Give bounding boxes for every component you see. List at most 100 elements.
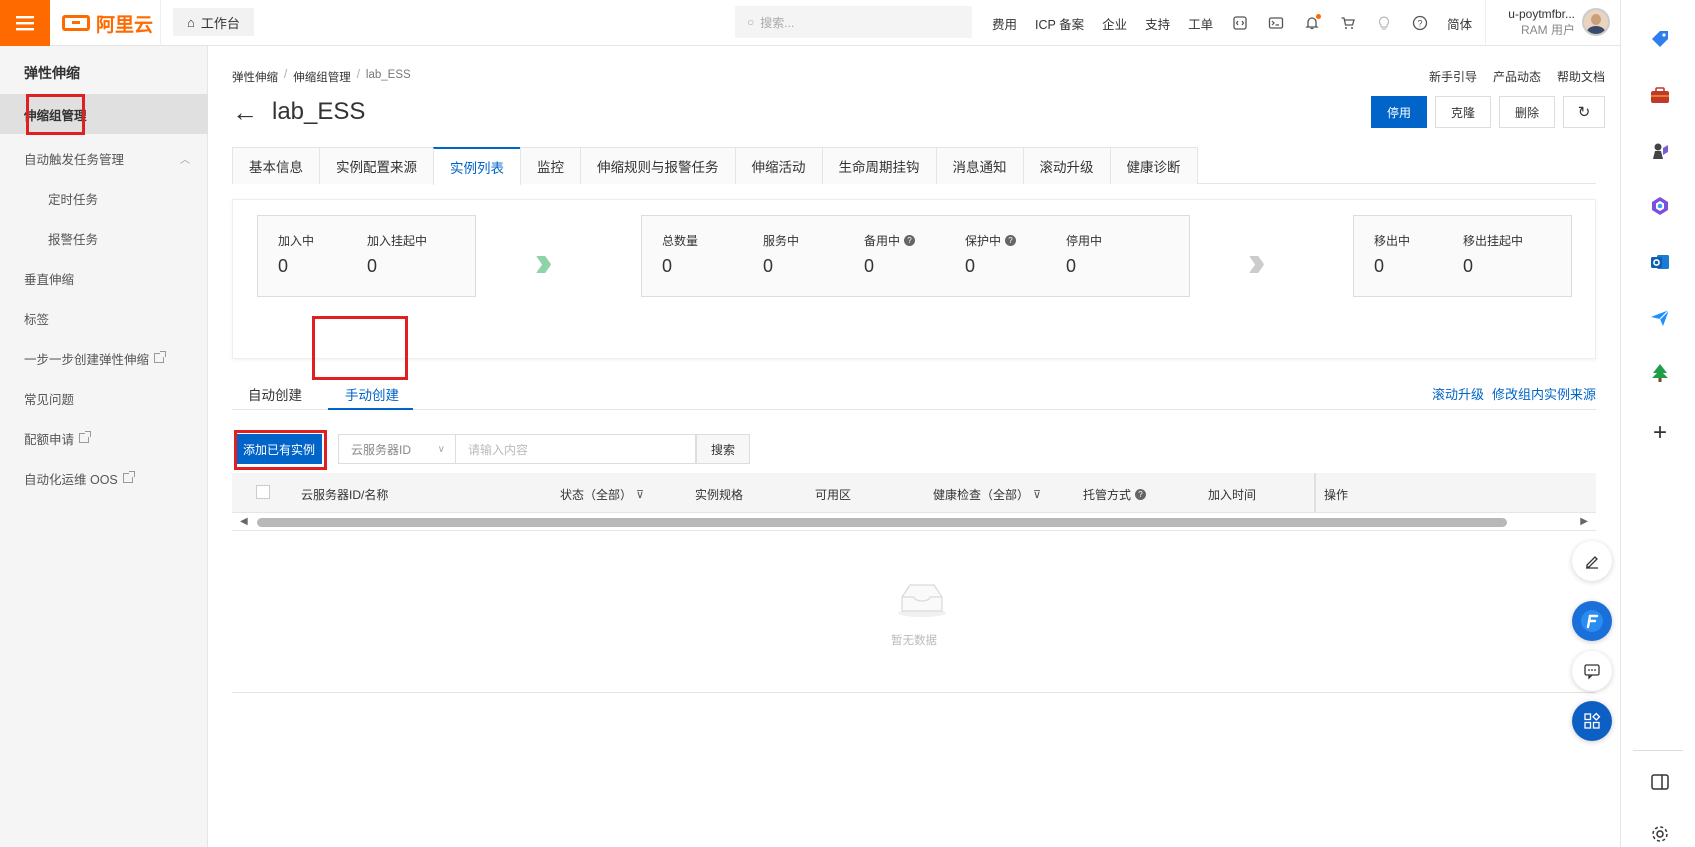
logo-mark-icon <box>62 15 90 31</box>
nav-support[interactable]: 支持 <box>1145 14 1170 33</box>
user-menu[interactable]: u-poytmfbr... RAM 用户 <box>1495 6 1575 38</box>
back-arrow-icon[interactable]: ← <box>232 99 258 125</box>
language-switch[interactable]: 简体 <box>1447 14 1472 33</box>
workbench-button[interactable]: ⌂ 工作台 <box>173 8 254 36</box>
scroll-right-icon[interactable]: ▶ <box>1580 516 1588 527</box>
search-button[interactable]: 搜索 <box>696 434 750 464</box>
breadcrumb-current: lab_ESS <box>365 69 411 81</box>
outlook-icon[interactable] <box>1649 251 1671 273</box>
copilot-icon[interactable] <box>1649 195 1671 217</box>
scrollbar-thumb[interactable] <box>257 518 1507 527</box>
nav-icp[interactable]: ICP 备案 <box>1035 14 1084 33</box>
filter-icon[interactable]: ⊽ <box>1033 488 1041 501</box>
sidebar-item-label: 一步一步创建弹性伸缩 <box>24 352 150 367</box>
column-header-health[interactable]: 健康检查（全部） ⊽ <box>933 486 1041 503</box>
add-icon[interactable]: + <box>1649 421 1671 445</box>
scroll-left-icon[interactable]: ◀ <box>240 516 248 527</box>
sidebar-item-alarm-task[interactable]: 报警任务 <box>0 218 208 258</box>
empty-state: 暂无数据 <box>232 531 1596 693</box>
tab-instance-config[interactable]: 实例配置来源 <box>319 147 434 184</box>
tab-health-diagnosis[interactable]: 健康诊断 <box>1109 147 1198 184</box>
tab-auto-created[interactable]: 自动创建 <box>248 384 302 404</box>
select-all-checkbox[interactable] <box>256 485 270 499</box>
select-value: 云服务器ID <box>351 442 412 457</box>
tree-icon[interactable] <box>1649 362 1671 384</box>
svg-text:?: ? <box>1418 19 1423 29</box>
breadcrumb-item[interactable]: 伸缩组管理 <box>293 69 351 85</box>
terminal-icon[interactable] <box>1267 14 1285 32</box>
rolling-upgrade-link[interactable]: 滚动升级 <box>1432 384 1484 403</box>
help-icon[interactable]: ? <box>1411 14 1429 32</box>
code-icon[interactable] <box>1231 14 1249 32</box>
cart-icon[interactable] <box>1339 14 1357 32</box>
column-header-actions: 操作 <box>1324 488 1349 502</box>
lightbulb-icon[interactable] <box>1375 14 1393 32</box>
tab-lifecycle-hooks[interactable]: 生命周期挂钩 <box>821 147 937 184</box>
feedback-icon[interactable] <box>1572 651 1612 691</box>
question-icon[interactable]: ? <box>904 235 916 246</box>
edit-icon[interactable] <box>1572 541 1612 581</box>
sidebar-item-oos[interactable]: 自动化运维 OOS <box>0 458 208 498</box>
sidebar-item-step-by-step[interactable]: 一步一步创建弹性伸缩 <box>0 338 208 378</box>
divider <box>1485 0 1486 46</box>
nav-ticket[interactable]: 工单 <box>1188 14 1213 33</box>
search-keyword-input[interactable]: 请输入内容 <box>456 434 696 464</box>
assistant-logo-icon[interactable] <box>1572 601 1612 641</box>
external-link-icon <box>79 431 92 443</box>
stat-value: 0 <box>367 256 378 276</box>
chevron-down-icon: ∨ <box>437 443 445 455</box>
disable-button[interactable]: 停用 <box>1370 96 1427 128</box>
sidebar-item-quota[interactable]: 配额申请 <box>0 418 208 458</box>
question-icon[interactable]: ? <box>1005 235 1017 246</box>
avatar[interactable] <box>1582 8 1610 36</box>
tab-notifications[interactable]: 消息通知 <box>935 147 1024 184</box>
sidebar-item-scheduled-task[interactable]: 定时任务 <box>0 178 208 218</box>
tab-manual-created[interactable]: 手动创建 <box>345 384 399 404</box>
sidebar-item-vertical-scaling[interactable]: 垂直伸缩 <box>0 258 208 298</box>
page-title: ← lab_ESS <box>232 98 365 126</box>
stat-value: 0 <box>864 256 875 276</box>
user-role: RAM 用户 <box>1520 23 1575 37</box>
modify-instance-source-link[interactable]: 修改组内实例来源 <box>1492 384 1596 403</box>
nav-cost[interactable]: 费用 <box>992 14 1017 33</box>
brand-logo[interactable]: 阿里云 <box>62 10 153 36</box>
tab-monitoring[interactable]: 监控 <box>520 147 581 184</box>
gear-icon[interactable] <box>1649 823 1671 845</box>
stat-label-text: 保护中 <box>965 234 1002 248</box>
bell-icon[interactable] <box>1303 14 1322 32</box>
sidebar-item-faq[interactable]: 常见问题 <box>0 378 208 418</box>
send-icon[interactable] <box>1649 307 1671 329</box>
link-news[interactable]: 产品动态 <box>1493 68 1541 85</box>
side-panel-icon[interactable] <box>1649 771 1671 793</box>
brand-name: 阿里云 <box>96 14 154 36</box>
toolbox-icon[interactable] <box>1649 84 1671 106</box>
refresh-icon[interactable]: ↻ <box>1563 96 1605 128</box>
home-icon: ⌂ <box>187 14 195 30</box>
menu-icon[interactable] <box>0 0 50 46</box>
stats-group-in-group: 总数量 0 服务中 0 备用中? 0 保护中? 0 停用中 0 <box>641 215 1190 297</box>
breadcrumb-item[interactable]: 弹性伸缩 <box>232 69 278 85</box>
tab-basic-info[interactable]: 基本信息 <box>232 147 320 184</box>
tab-scaling-rules[interactable]: 伸缩规则与报警任务 <box>580 147 736 184</box>
horizontal-scrollbar[interactable]: ◀ ▶ <box>232 515 1596 531</box>
tab-rolling-upgrade[interactable]: 滚动升级 <box>1022 147 1111 184</box>
sidebar-item-tags[interactable]: 标签 <box>0 298 208 338</box>
clone-button[interactable]: 克隆 <box>1434 96 1491 128</box>
tab-scaling-activities[interactable]: 伸缩活动 <box>734 147 823 184</box>
column-header-status[interactable]: 状态（全部） ⊽ <box>560 486 644 503</box>
tab-instance-list[interactable]: 实例列表 <box>433 147 521 185</box>
question-icon[interactable]: ? <box>1135 489 1147 500</box>
sidebar-item-auto-trigger[interactable]: 自动触发任务管理 ︿ <box>0 138 208 178</box>
apps-icon[interactable] <box>1572 701 1612 741</box>
search-field-select[interactable]: 云服务器ID ∨ <box>338 434 456 464</box>
tag-icon[interactable] <box>1649 28 1671 50</box>
chess-icon[interactable] <box>1649 140 1671 162</box>
workbench-label: 工作台 <box>200 15 240 31</box>
instance-table-header: 云服务器ID/名称 状态（全部） ⊽ 实例规格 可用区 健康检查（全部） ⊽ 托管方… <box>232 473 1596 513</box>
link-guide[interactable]: 新手引导 <box>1429 68 1477 85</box>
delete-button[interactable]: 删除 <box>1498 96 1555 128</box>
link-docs[interactable]: 帮助文档 <box>1557 68 1605 85</box>
search-input[interactable]: ○ 搜索... <box>735 6 972 38</box>
filter-icon[interactable]: ⊽ <box>636 488 644 501</box>
nav-enterprise[interactable]: 企业 <box>1102 14 1127 33</box>
